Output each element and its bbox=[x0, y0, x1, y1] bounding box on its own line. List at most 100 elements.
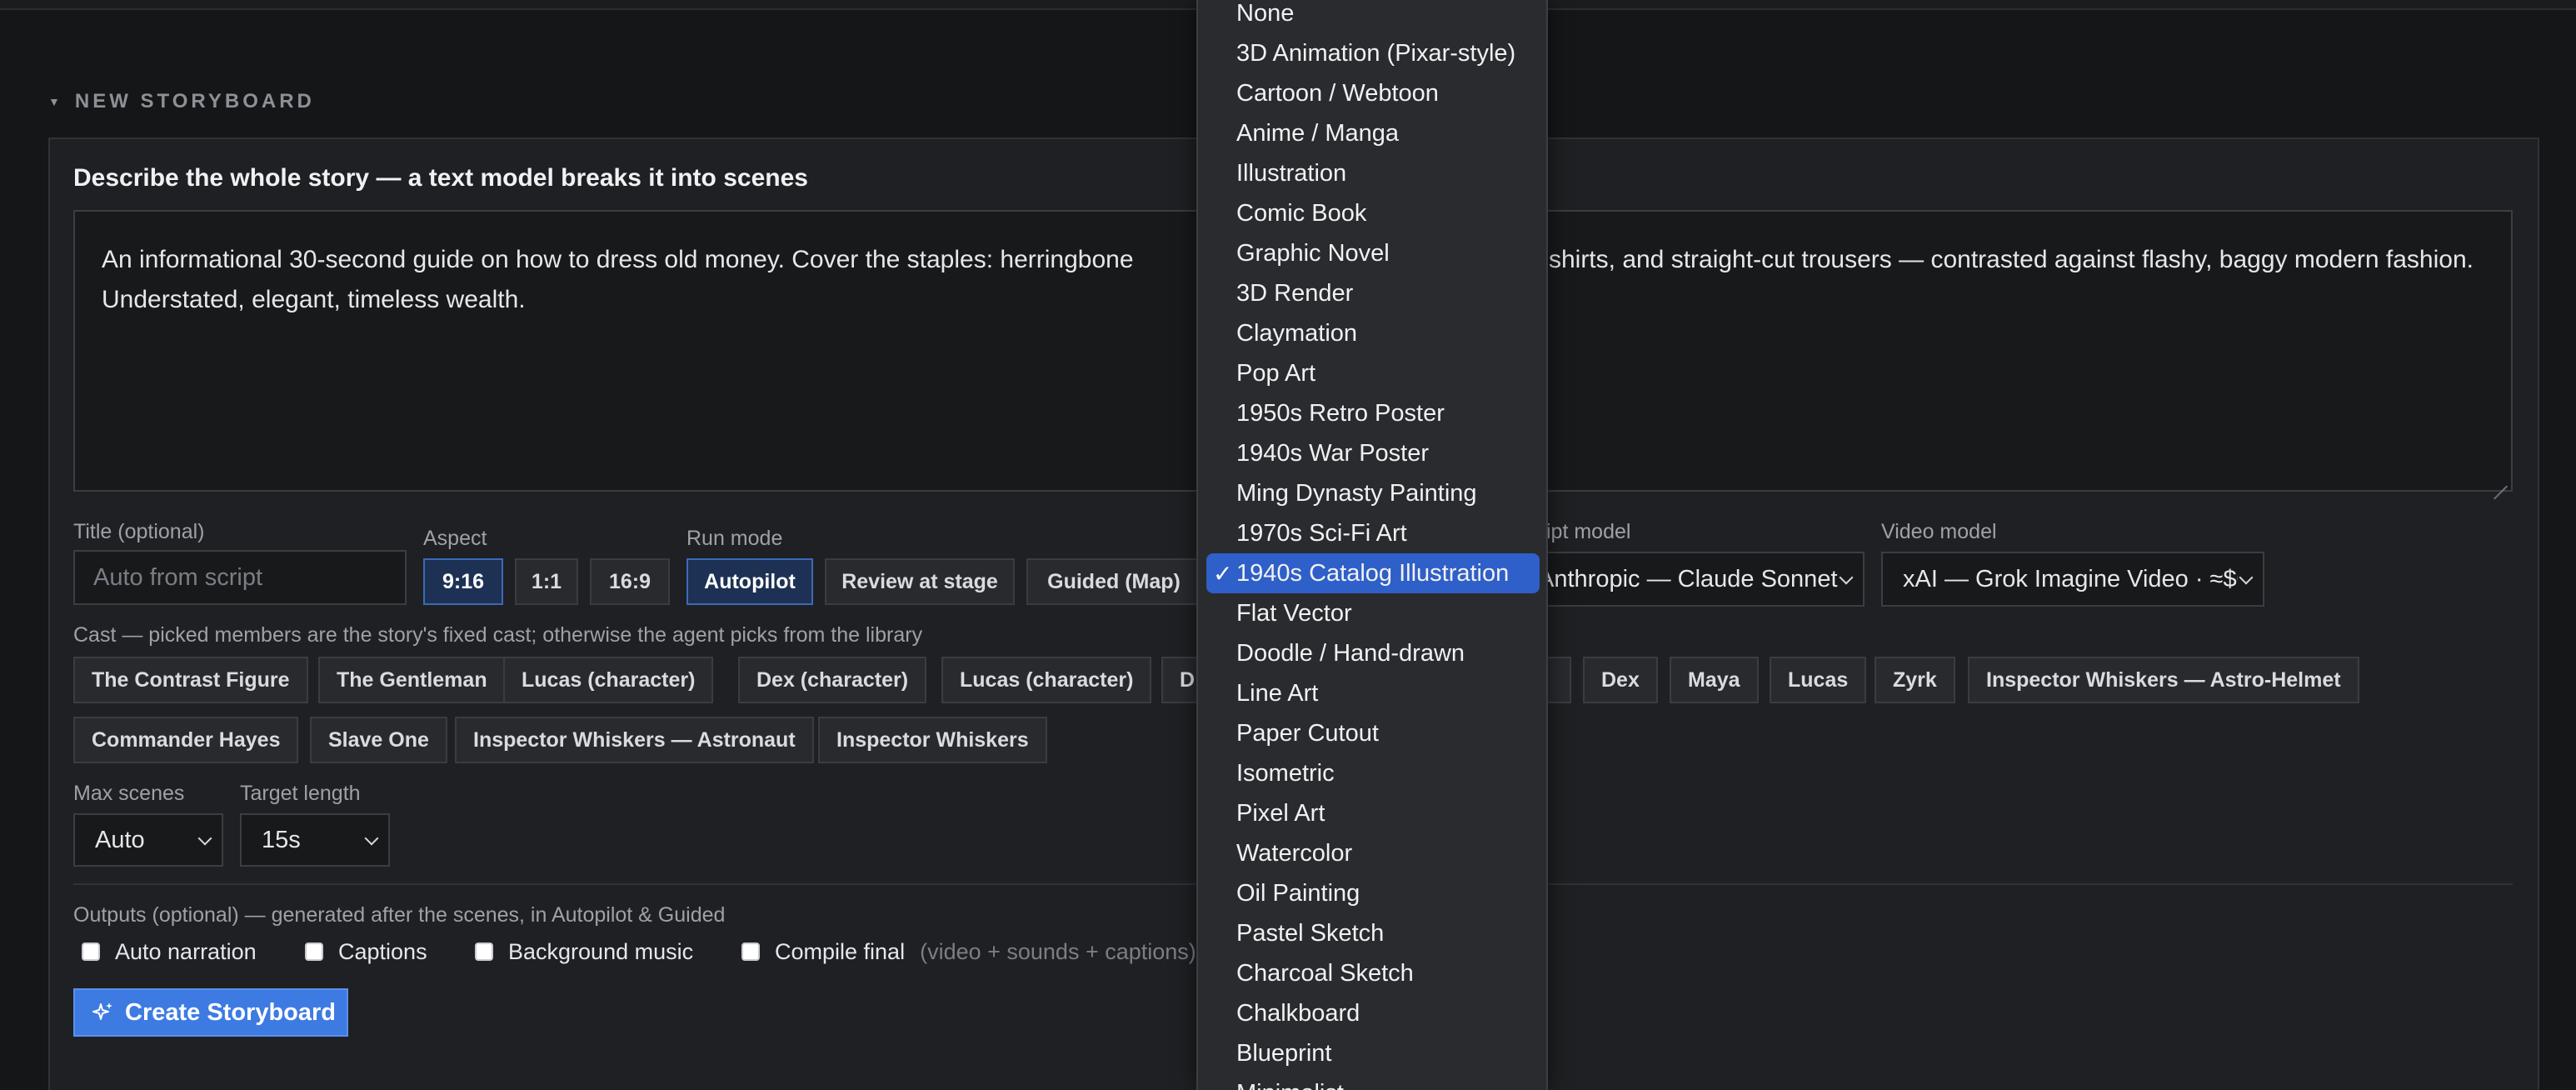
create-storyboard-label: Create Storyboard bbox=[125, 998, 337, 1026]
run-mode-label: Run mode bbox=[686, 527, 783, 550]
style-option[interactable]: Paper Cutout bbox=[1198, 713, 1546, 753]
style-option[interactable]: Illustration bbox=[1198, 153, 1546, 193]
script-model-select[interactable]: Anthropic — Claude Sonnet 4 bbox=[1525, 552, 1865, 607]
style-option[interactable]: Blueprint bbox=[1198, 1033, 1546, 1073]
cast-chip[interactable]: Lucas (character) bbox=[503, 657, 714, 703]
style-option-label: 3D Render bbox=[1236, 279, 1354, 307]
style-option-label: Watercolor bbox=[1236, 839, 1353, 867]
compile-final-option[interactable]: Compile final (video + sounds + captions… bbox=[741, 937, 1196, 967]
style-option[interactable]: ✓ 1940s Catalog Illustration bbox=[1206, 553, 1540, 593]
aspect-1-1-button[interactable]: 1:1 bbox=[515, 558, 578, 605]
style-option[interactable]: Graphic Novel bbox=[1198, 233, 1546, 273]
max-scenes-label: Max scenes bbox=[73, 782, 185, 805]
style-option[interactable]: Pixel Art bbox=[1198, 793, 1546, 833]
style-option[interactable]: Comic Book bbox=[1198, 193, 1546, 233]
compile-final-checkbox[interactable] bbox=[741, 942, 760, 961]
target-length-select[interactable]: 15s bbox=[240, 813, 390, 867]
style-option[interactable]: Cartoon / Webtoon bbox=[1198, 73, 1546, 113]
auto-narration-checkbox[interactable] bbox=[82, 942, 100, 961]
style-option-label: Blueprint bbox=[1236, 1039, 1332, 1067]
style-option-label: Isometric bbox=[1236, 759, 1335, 787]
style-option[interactable]: Watercolor bbox=[1198, 833, 1546, 873]
story-prompt-label: Describe the whole story — a text model … bbox=[73, 164, 808, 192]
chevron-down-icon bbox=[2239, 570, 2254, 585]
captions-option[interactable]: Captions bbox=[305, 937, 427, 967]
cast-chip[interactable]: Slave One bbox=[310, 717, 447, 763]
create-storyboard-button[interactable]: Create Storyboard bbox=[73, 988, 348, 1037]
outputs-label: Outputs (optional) — generated after the… bbox=[73, 903, 726, 927]
style-option-label: Line Art bbox=[1236, 679, 1319, 707]
aspect-16-9-button[interactable]: 16:9 bbox=[590, 558, 670, 605]
style-option[interactable]: Ming Dynasty Painting bbox=[1198, 473, 1546, 513]
aspect-9-16-button[interactable]: 9:16 bbox=[423, 558, 503, 605]
title-input[interactable]: Auto from script bbox=[73, 550, 407, 605]
resize-grip-icon[interactable] bbox=[2494, 473, 2508, 487]
background-music-checkbox[interactable] bbox=[475, 942, 493, 961]
cast-chip[interactable]: The Contrast Figure bbox=[73, 657, 308, 703]
style-option[interactable]: Chalkboard bbox=[1198, 993, 1546, 1033]
background-music-option[interactable]: Background music bbox=[475, 937, 693, 967]
auto-narration-option[interactable]: Auto narration bbox=[82, 937, 257, 967]
style-option[interactable]: None bbox=[1198, 0, 1546, 33]
section-title: NEW STORYBOARD bbox=[74, 90, 315, 112]
style-option[interactable]: Pop Art bbox=[1198, 353, 1546, 393]
cast-chip[interactable]: Lucas bbox=[1770, 657, 1867, 703]
style-option-label: 1940s Catalog Illustration bbox=[1236, 559, 1510, 587]
style-option[interactable]: Oil Painting bbox=[1198, 873, 1546, 913]
video-model-select[interactable]: xAI — Grok Imagine Video · ≈$0.1 bbox=[1881, 552, 2264, 607]
max-scenes-select[interactable]: Auto bbox=[73, 813, 223, 867]
style-option[interactable]: 1940s War Poster bbox=[1198, 433, 1546, 473]
style-option[interactable]: Flat Vector bbox=[1198, 593, 1546, 633]
style-option[interactable]: Line Art bbox=[1198, 673, 1546, 713]
chevron-down-icon bbox=[197, 831, 212, 846]
cast-chip[interactable]: Zyrk bbox=[1875, 657, 1955, 703]
style-option-label: Pop Art bbox=[1236, 359, 1316, 387]
section-header[interactable]: ▼ NEW STORYBOARD bbox=[48, 90, 315, 113]
style-option[interactable]: Doodle / Hand-drawn bbox=[1198, 633, 1546, 673]
style-option[interactable]: 1950s Retro Poster bbox=[1198, 393, 1546, 433]
style-option[interactable]: Claymation bbox=[1198, 313, 1546, 353]
checkmark-icon: ✓ bbox=[1213, 560, 1233, 587]
cast-chip[interactable]: Dex (character) bbox=[738, 657, 927, 703]
style-option[interactable]: 3D Animation (Pixar-style) bbox=[1198, 33, 1546, 73]
cast-chip[interactable]: Dex bbox=[1583, 657, 1658, 703]
cast-chip[interactable]: Commander Hayes bbox=[73, 717, 299, 763]
style-option-label: Minimalist bbox=[1236, 1080, 1344, 1090]
style-option-label: Paper Cutout bbox=[1236, 719, 1379, 747]
style-option-label: Graphic Novel bbox=[1236, 239, 1390, 267]
style-option-label: Comic Book bbox=[1236, 199, 1367, 227]
aspect-label: Aspect bbox=[423, 527, 487, 550]
target-length-value: 15s bbox=[262, 826, 301, 853]
cast-chip[interactable]: The Gentleman bbox=[318, 657, 506, 703]
cast-chip[interactable]: Inspector Whiskers bbox=[818, 717, 1047, 763]
style-option[interactable]: Anime / Manga bbox=[1198, 113, 1546, 153]
style-option[interactable]: Charcoal Sketch bbox=[1198, 953, 1546, 993]
style-option-label: Chalkboard bbox=[1236, 999, 1360, 1027]
captions-checkbox[interactable] bbox=[305, 942, 323, 961]
video-model-label: Video model bbox=[1881, 520, 1997, 543]
style-option-label: Ming Dynasty Painting bbox=[1236, 479, 1477, 507]
title-placeholder: Auto from script bbox=[93, 563, 263, 591]
style-option[interactable]: Pastel Sketch bbox=[1198, 913, 1546, 953]
cast-chip[interactable]: Inspector Whiskers — Astronaut bbox=[455, 717, 814, 763]
style-option[interactable]: 1970s Sci-Fi Art bbox=[1198, 513, 1546, 553]
style-option[interactable]: Minimalist bbox=[1198, 1073, 1546, 1090]
run-mode-guided-button[interactable]: Guided (Map) bbox=[1026, 558, 1201, 605]
cast-chip[interactable]: Inspector Whiskers — Astro-Helmet bbox=[1968, 657, 2359, 703]
cast-chip[interactable]: Maya bbox=[1670, 657, 1759, 703]
style-dropdown-menu[interactable]: None 3D Animation (Pixar-style) Cartoon / … bbox=[1196, 0, 1548, 1090]
style-option-label: Pastel Sketch bbox=[1236, 919, 1385, 947]
script-model-label: ipt model bbox=[1546, 520, 1631, 543]
collapse-triangle-icon[interactable]: ▼ bbox=[48, 95, 63, 108]
style-option[interactable]: Isometric bbox=[1198, 753, 1546, 793]
style-option-label: Charcoal Sketch bbox=[1236, 959, 1414, 987]
run-mode-review-button[interactable]: Review at stage bbox=[825, 558, 1015, 605]
style-option[interactable]: 3D Render bbox=[1198, 273, 1546, 313]
video-model-value: xAI — Grok Imagine Video · ≈$0.1 bbox=[1903, 565, 2238, 592]
style-option-label: 1950s Retro Poster bbox=[1236, 399, 1445, 427]
run-mode-autopilot-button[interactable]: Autopilot bbox=[686, 558, 813, 605]
style-option-label: Illustration bbox=[1236, 159, 1347, 187]
cast-chip[interactable]: Lucas (character) bbox=[941, 657, 1152, 703]
style-option-label: Cartoon / Webtoon bbox=[1236, 79, 1439, 107]
title-label: Title (optional) bbox=[73, 520, 205, 543]
